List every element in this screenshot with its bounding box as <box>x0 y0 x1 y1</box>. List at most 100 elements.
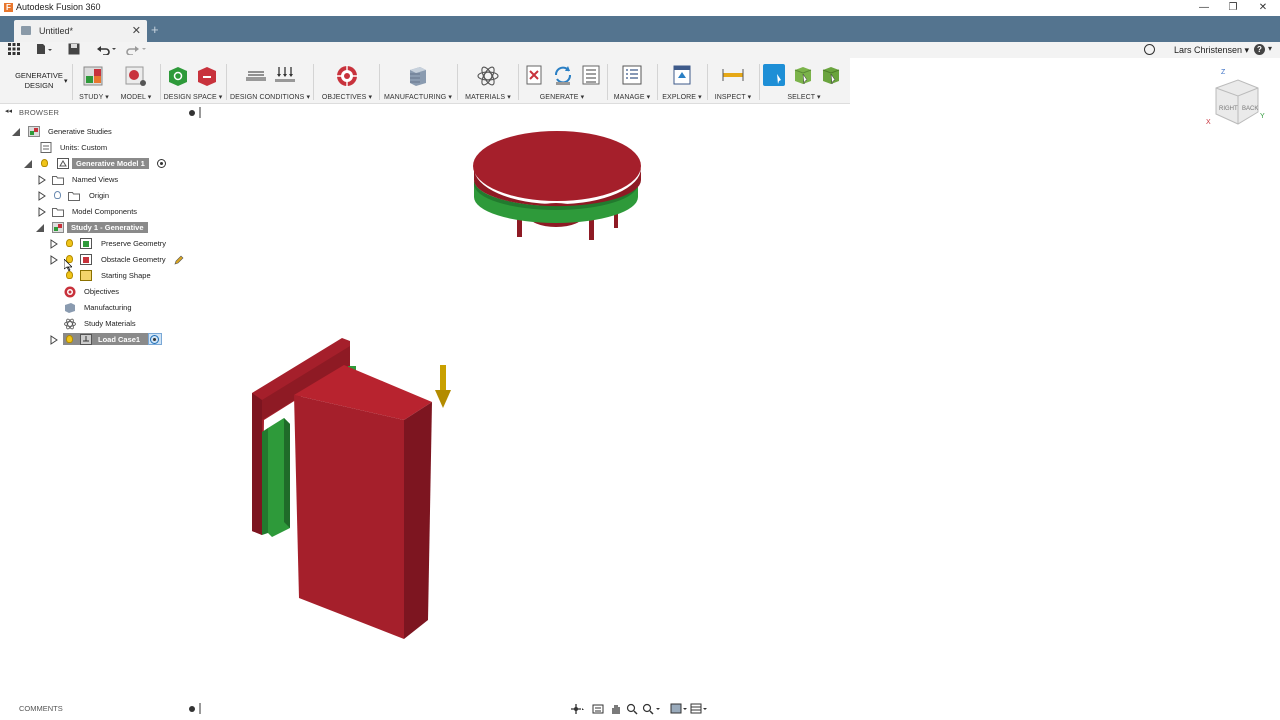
study-materials-icon[interactable] <box>476 64 500 88</box>
close-window-button[interactable]: ✕ <box>1248 0 1278 16</box>
free-select-icon[interactable] <box>820 64 842 86</box>
tree-item-study[interactable]: Study 1 - Generative <box>67 222 148 233</box>
new-tab-button[interactable]: + <box>151 22 159 37</box>
comments-pin-icon[interactable] <box>189 706 195 712</box>
visibility-bulb-icon[interactable] <box>66 335 73 343</box>
visibility-bulb-off-icon[interactable] <box>54 191 61 199</box>
browser-resize-handle[interactable] <box>199 107 201 118</box>
explore-group[interactable]: EXPLORE ▾ <box>660 58 704 104</box>
window-select-icon[interactable] <box>792 64 814 86</box>
viewcube[interactable]: RIGHT BACK Z X Y <box>1206 66 1268 132</box>
materials-group[interactable]: MATERIALS ▾ <box>460 58 516 104</box>
objectives-target-icon[interactable] <box>335 64 359 88</box>
pre-check-icon[interactable] <box>523 64 545 86</box>
workspace-caret-icon[interactable]: ▾ <box>64 77 68 85</box>
study-settings-icon[interactable] <box>621 64 643 86</box>
viewcube-right-face[interactable]: RIGHT <box>1219 106 1238 112</box>
generative-studies-icon <box>28 126 40 137</box>
undo-icon[interactable] <box>96 43 116 58</box>
new-study-icon[interactable] <box>82 64 106 88</box>
explore-results-icon[interactable] <box>671 64 693 86</box>
document-tab[interactable]: Untitled* ✕ <box>14 20 147 42</box>
fit-icon[interactable] <box>642 703 660 715</box>
edit-model-icon[interactable] <box>124 64 148 88</box>
tree-item-starting-shape[interactable]: Starting Shape <box>101 271 151 280</box>
save-icon[interactable] <box>68 43 80 58</box>
starting-shape-icon <box>80 270 92 281</box>
expand-triangle-icon[interactable] <box>38 175 46 185</box>
toolbar-separator <box>226 64 227 100</box>
tree-item-origin[interactable]: Origin <box>89 191 109 200</box>
manufacturing-icon[interactable] <box>406 64 430 88</box>
study-group[interactable]: STUDY ▾ <box>76 58 112 104</box>
tree-item-study-materials[interactable]: Study Materials <box>84 319 136 328</box>
model-group[interactable]: MODEL ▾ <box>116 58 156 104</box>
collapse-triangle-icon[interactable] <box>12 127 22 137</box>
minimize-button[interactable]: — <box>1189 0 1219 16</box>
close-tab-icon[interactable]: ✕ <box>132 24 141 37</box>
expand-triangle-icon[interactable] <box>50 239 58 249</box>
inspect-group[interactable]: INSPECT ▾ <box>710 58 756 104</box>
tree-item-model-components[interactable]: Model Components <box>72 207 137 216</box>
measure-icon[interactable] <box>721 64 745 86</box>
redo-icon[interactable] <box>124 43 146 58</box>
tree-item-named-views[interactable]: Named Views <box>72 175 118 184</box>
restore-button[interactable]: ❐ <box>1218 0 1248 16</box>
help-caret-icon[interactable]: ▾ <box>1268 44 1272 53</box>
workspace-switcher[interactable]: GENERATIVE DESIGN <box>14 71 64 91</box>
tree-item-obstacle-geometry[interactable]: Obstacle Geometry <box>101 255 166 264</box>
tree-item-preserve-geometry[interactable]: Preserve Geometry <box>101 239 166 248</box>
collapse-triangle-icon[interactable] <box>36 223 46 233</box>
structural-load-icon[interactable] <box>273 64 297 88</box>
obstacle-geometry-icon[interactable] <box>195 64 219 88</box>
expand-triangle-icon[interactable] <box>50 335 58 345</box>
generate-icon[interactable] <box>552 64 574 86</box>
collapse-triangle-icon[interactable] <box>24 159 34 169</box>
visibility-bulb-icon[interactable] <box>41 159 48 167</box>
objectives-group[interactable]: OBJECTIVES ▾ <box>318 58 376 104</box>
file-menu-icon[interactable] <box>36 43 52 58</box>
preserve-geometry-node-icon <box>80 238 92 249</box>
tree-item-generative-studies[interactable]: Generative Studies <box>48 127 112 136</box>
comments-resize-handle[interactable] <box>199 703 201 714</box>
grid-settings-icon[interactable] <box>690 703 708 715</box>
collapse-browser-icon[interactable]: ◂◂ <box>5 107 12 115</box>
display-settings-icon[interactable] <box>670 703 688 715</box>
tree-item-generative-model[interactable]: Generative Model 1 <box>72 158 149 169</box>
preserve-geometry-icon[interactable] <box>166 64 190 88</box>
expand-triangle-icon[interactable] <box>50 255 58 265</box>
visibility-bulb-icon[interactable] <box>66 239 73 247</box>
tree-item-objectives[interactable]: Objectives <box>84 287 119 296</box>
help-icon[interactable]: ? <box>1254 44 1265 55</box>
select-group[interactable]: SELECT ▾ <box>762 58 846 104</box>
design-conditions-group[interactable]: DESIGN CONDITIONS ▾ <box>230 58 310 104</box>
look-at-icon[interactable] <box>592 703 604 715</box>
design-space-group[interactable]: DESIGN SPACE ▾ <box>162 58 224 104</box>
fusion-app-icon: F <box>4 3 13 12</box>
generate-group[interactable]: GENERATE ▾ <box>520 58 604 104</box>
manage-group[interactable]: MANAGE ▾ <box>610 58 654 104</box>
zoom-icon[interactable] <box>626 703 638 715</box>
expand-triangle-icon[interactable] <box>38 207 46 217</box>
browser-panel-header[interactable]: ◂◂ BROWSER <box>0 106 202 119</box>
previewer-icon[interactable] <box>580 64 602 86</box>
manufacturing-group[interactable]: MANUFACTURING ▾ <box>382 58 454 104</box>
tree-item-units[interactable]: Units: Custom <box>60 143 107 152</box>
tree-item-load-case[interactable]: Load Case1 <box>98 335 140 344</box>
expand-triangle-icon[interactable] <box>38 191 46 201</box>
activate-radio-icon[interactable] <box>150 335 159 344</box>
browser-pin-icon[interactable] <box>189 110 195 116</box>
visibility-bulb-icon[interactable] <box>66 271 73 279</box>
edit-pencil-icon[interactable] <box>174 255 184 265</box>
pan-hand-icon[interactable] <box>610 703 622 715</box>
comments-panel-header[interactable]: COMMENTS <box>0 702 202 716</box>
structural-constraint-icon[interactable] <box>244 64 268 88</box>
activate-radio-icon[interactable] <box>157 159 166 168</box>
viewcube-back-face[interactable]: BACK <box>1242 106 1258 112</box>
data-panel-grid-icon[interactable] <box>8 43 20 58</box>
tree-item-manufacturing[interactable]: Manufacturing <box>84 303 132 312</box>
job-status-clock-icon[interactable] <box>1144 44 1155 55</box>
user-account-menu[interactable]: Lars Christensen ▾ <box>1174 45 1249 56</box>
orbit-icon[interactable] <box>570 703 584 715</box>
select-active-icon[interactable] <box>763 64 785 86</box>
